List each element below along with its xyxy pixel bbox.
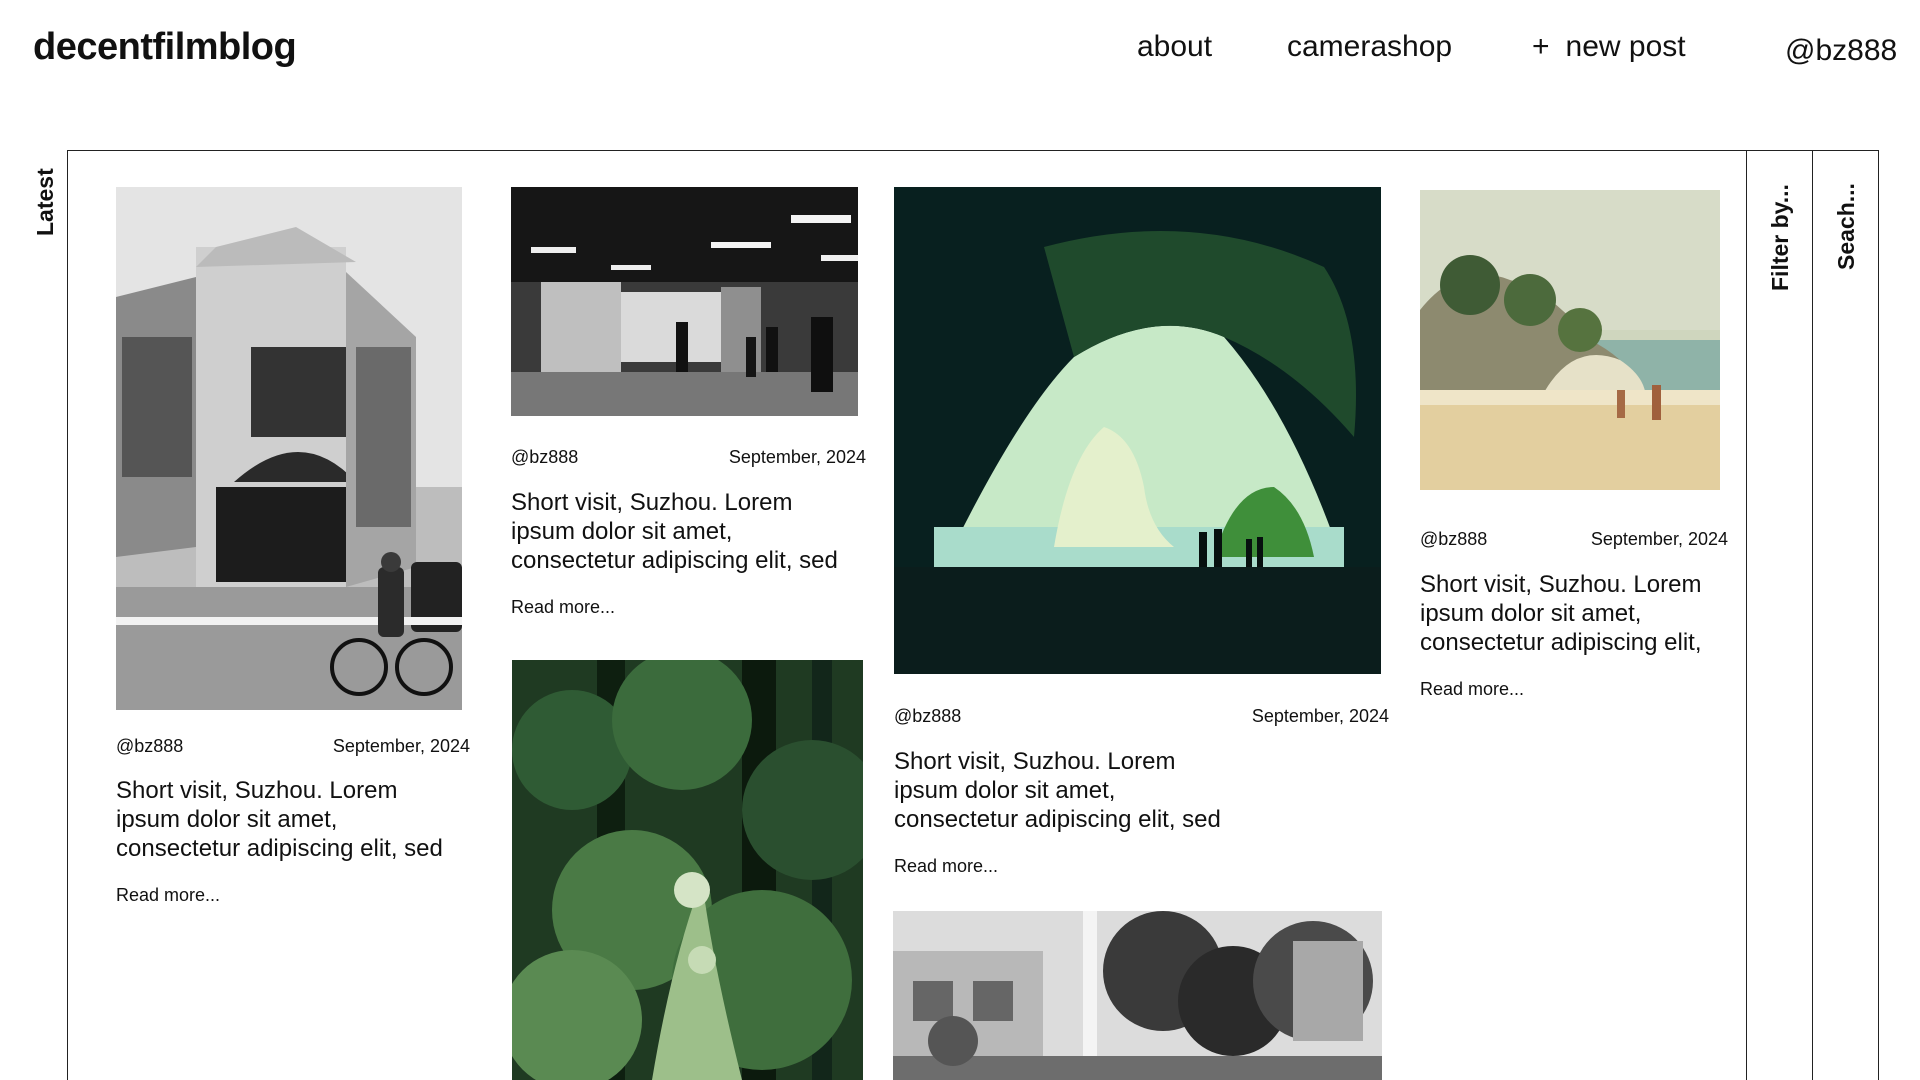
post-photo[interactable] xyxy=(893,911,1382,1080)
post-meta: @bz888 September, 2024 xyxy=(116,736,470,757)
nav-camerashop-link[interactable]: camerashop xyxy=(1287,30,1452,64)
post-photo[interactable] xyxy=(511,187,858,416)
post-author[interactable]: @bz888 xyxy=(1420,529,1487,550)
new-post-label: new post xyxy=(1565,30,1686,63)
post-date: September, 2024 xyxy=(332,736,470,756)
post-author[interactable]: @bz888 xyxy=(116,736,183,757)
post-meta: @bz888 September, 2024 xyxy=(894,706,1389,727)
post-meta: @bz888 September, 2024 xyxy=(1420,529,1728,550)
nav-about-link[interactable]: about xyxy=(1137,30,1212,64)
read-more-link[interactable]: Read more... xyxy=(894,856,998,877)
site-logo[interactable]: decentfilmblog xyxy=(33,26,297,69)
plus-icon: + xyxy=(1532,30,1550,63)
post-author[interactable]: @bz888 xyxy=(511,447,578,468)
new-post-button[interactable]: + new post xyxy=(1532,30,1686,64)
post-photo[interactable] xyxy=(512,660,863,1080)
post-date: September, 2024 xyxy=(1590,529,1728,549)
post-title[interactable]: Short visit, Suzhou. Lorem ipsum dolor s… xyxy=(894,747,1234,834)
post-date: September, 2024 xyxy=(1251,706,1389,726)
post-title[interactable]: Short visit, Suzhou. Lorem ipsum dolor s… xyxy=(511,488,851,575)
user-profile-link[interactable]: @bz888 xyxy=(1785,34,1897,68)
read-more-link[interactable]: Read more... xyxy=(1420,679,1524,700)
post-meta: @bz888 September, 2024 xyxy=(511,447,866,468)
filter-by-button[interactable]: Filter by... xyxy=(1767,184,1794,291)
post-photo[interactable] xyxy=(894,187,1381,674)
search-button[interactable]: Seach... xyxy=(1833,183,1860,270)
post-date: September, 2024 xyxy=(728,447,866,467)
divider xyxy=(1812,150,1813,1080)
divider xyxy=(1746,150,1747,1080)
post-title[interactable]: Short visit, Suzhou. Lorem ipsum dolor s… xyxy=(116,776,456,863)
latest-label: Latest xyxy=(32,168,58,236)
post-title[interactable]: Short visit, Suzhou. Lorem ipsum dolor s… xyxy=(1420,570,1730,657)
read-more-link[interactable]: Read more... xyxy=(511,597,615,618)
post-photo[interactable] xyxy=(116,187,462,710)
post-author[interactable]: @bz888 xyxy=(894,706,961,727)
post-photo[interactable] xyxy=(1420,190,1720,490)
read-more-link[interactable]: Read more... xyxy=(116,885,220,906)
page: decentfilmblog about camerashop + new pos… xyxy=(0,0,1920,1080)
